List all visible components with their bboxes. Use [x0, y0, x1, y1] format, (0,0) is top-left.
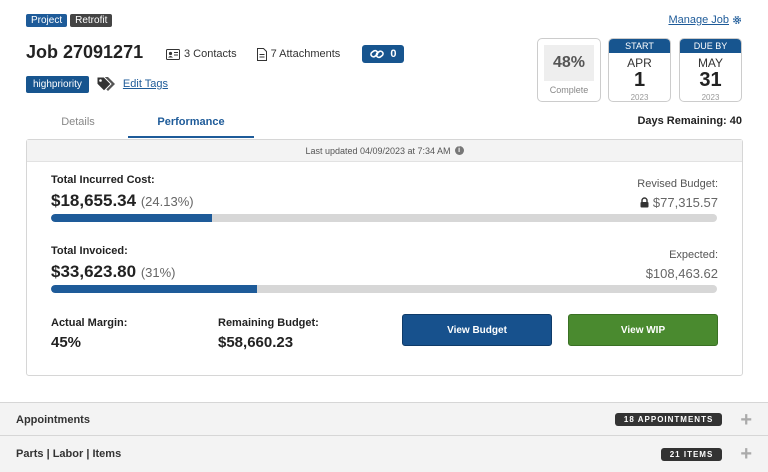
- tab-details[interactable]: Details: [28, 110, 128, 138]
- incurred-cost-bar: [51, 214, 717, 222]
- tag-retrofit[interactable]: Retrofit: [70, 14, 113, 27]
- revised-budget-label: Revised Budget:: [637, 178, 718, 190]
- due-date-year: 2023: [701, 93, 720, 102]
- appointments-title: Appointments: [16, 413, 90, 426]
- revised-budget-amount: $77,315.57: [652, 195, 718, 210]
- actual-margin-label: Actual Margin:: [51, 317, 128, 329]
- tag-highpriority[interactable]: highpriority: [26, 75, 89, 93]
- completion-percent: 48%: [544, 45, 594, 81]
- invoiced-value: $33,623.80 (31%): [51, 262, 176, 282]
- edit-tags-link[interactable]: Edit Tags: [123, 78, 168, 90]
- start-date-card: START APR 1 2023: [608, 38, 671, 102]
- incurred-cost-label: Total Incurred Cost:: [51, 174, 155, 186]
- due-date-head: DUE BY: [680, 39, 741, 53]
- link-icon: [370, 49, 385, 59]
- expected-value: $108,463.62: [646, 266, 718, 281]
- job-tabs: Details Performance: [28, 110, 254, 138]
- lock-icon: [640, 197, 649, 208]
- parts-labor-items-title: Parts | Labor | Items: [16, 448, 122, 460]
- manage-job-label: Manage Job: [668, 14, 729, 26]
- completion-card: 48% Complete: [537, 38, 601, 102]
- invoiced-label: Total Invoiced:: [51, 245, 128, 257]
- remaining-budget-label: Remaining Budget:: [218, 317, 319, 329]
- job-title: Job 27091271: [26, 42, 144, 62]
- contacts-link[interactable]: 3 Contacts: [166, 48, 237, 60]
- revised-budget-value: $77,315.57: [640, 195, 718, 210]
- expected-label: Expected:: [669, 249, 718, 261]
- remaining-budget-value: $58,660.23: [218, 334, 294, 351]
- appointments-section[interactable]: Appointments 18 APPOINTMENTS +: [0, 402, 768, 436]
- incurred-cost-percent: (24.13%): [140, 194, 194, 209]
- manage-job-link[interactable]: Manage Job: [668, 14, 742, 26]
- tag-project[interactable]: Project: [26, 14, 68, 27]
- start-date-head: START: [609, 39, 670, 53]
- plus-icon[interactable]: +: [740, 410, 752, 430]
- document-icon: [256, 47, 267, 61]
- job-meta-row: 3 Contacts 7 Attachments 0: [166, 45, 405, 63]
- view-wip-button[interactable]: View WIP: [568, 314, 718, 346]
- contact-card-icon: [166, 48, 180, 60]
- days-remaining: Days Remaining: 40: [637, 115, 742, 127]
- info-icon[interactable]: i: [454, 146, 464, 155]
- attachments-count: 7 Attachments: [270, 48, 341, 60]
- last-updated-bar: Last updated 04/09/2023 at 7:34 AM i: [27, 140, 742, 162]
- incurred-cost-amount: $18,655.34: [51, 191, 137, 210]
- priority-row: highpriority Edit Tags: [26, 75, 168, 93]
- actual-margin-value: 45%: [51, 334, 82, 351]
- plus-icon[interactable]: +: [740, 444, 752, 464]
- expected-amount: $108,463.62: [645, 266, 718, 281]
- due-date-day: 31: [699, 69, 722, 91]
- items-count-badge: 21 ITEMS: [660, 447, 723, 461]
- last-updated-text: Last updated 04/09/2023 at 7:34 AM: [305, 145, 451, 156]
- appointments-count-badge: 18 APPOINTMENTS: [614, 413, 723, 426]
- attachments-link[interactable]: 7 Attachments: [256, 47, 341, 61]
- contacts-count: 3 Contacts: [184, 48, 237, 60]
- incurred-cost-value: $18,655.34 (24.13%): [51, 191, 194, 211]
- tags-icon: [96, 76, 115, 92]
- view-budget-button[interactable]: View Budget: [402, 314, 552, 346]
- tab-performance[interactable]: Performance: [128, 110, 254, 138]
- invoiced-amount: $33,623.80: [51, 262, 137, 281]
- start-date-month: APR: [627, 56, 652, 70]
- incurred-cost-bar-fill: [51, 214, 212, 222]
- due-date-card: DUE BY MAY 31 2023: [679, 38, 742, 102]
- invoiced-bar-fill: [51, 285, 258, 293]
- links-count: 0: [390, 48, 397, 60]
- links-button[interactable]: 0: [362, 45, 405, 63]
- start-date-day: 1: [633, 69, 646, 91]
- invoiced-percent: (31%): [140, 265, 176, 280]
- start-date-year: 2023: [630, 93, 649, 102]
- due-date-month: MAY: [697, 56, 724, 70]
- gear-icon: [733, 16, 741, 24]
- performance-panel: Last updated 04/09/2023 at 7:34 AM i Tot…: [26, 139, 743, 376]
- header-tags: Project Retrofit: [26, 14, 113, 27]
- parts-labor-items-section[interactable]: Parts | Labor | Items 21 ITEMS +: [0, 435, 768, 472]
- invoiced-bar: [51, 285, 717, 293]
- completion-label: Complete: [549, 85, 589, 95]
